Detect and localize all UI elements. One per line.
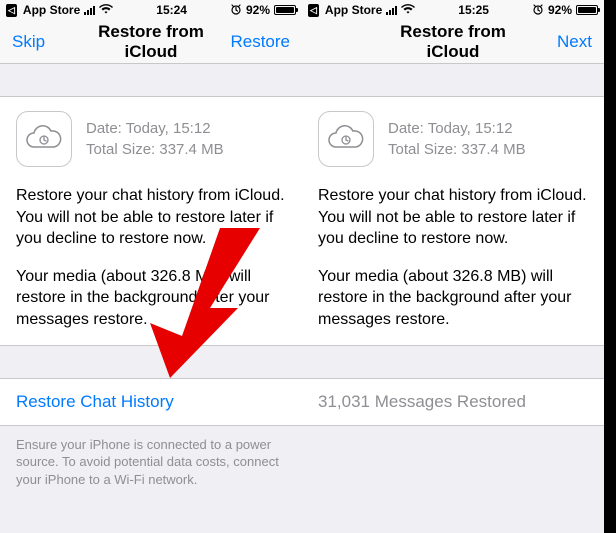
alarm-icon	[532, 3, 544, 18]
backup-info-block: Date: Today, 15:12 Total Size: 337.4 MB …	[0, 96, 302, 346]
restore-description-1: Restore your chat history from iCloud. Y…	[318, 185, 588, 250]
footer-hint: Ensure your iPhone is connected to a pow…	[0, 426, 302, 499]
backup-date: Date: Today, 15:12	[86, 118, 224, 139]
restore-description-2: Your media (about 326.8 MB) will restore…	[318, 266, 588, 331]
restore-description-1: Restore your chat history from iCloud. Y…	[16, 185, 286, 250]
cellular-icon	[84, 6, 95, 15]
backup-info-block: Date: Today, 15:12 Total Size: 337.4 MB …	[302, 96, 604, 346]
battery-pct: 92%	[548, 3, 572, 17]
back-to-app-badge[interactable]: ◁	[308, 4, 319, 17]
battery-icon	[274, 5, 296, 15]
cellular-icon	[386, 6, 397, 15]
icloud-icon	[318, 111, 374, 167]
backup-size: Total Size: 337.4 MB	[388, 139, 526, 160]
backup-size: Total Size: 337.4 MB	[86, 139, 224, 160]
restore-description-2: Your media (about 326.8 MB) will restore…	[16, 266, 286, 331]
app-store-label[interactable]: App Store	[325, 3, 382, 17]
restore-chat-history-button[interactable]: Restore Chat History	[0, 378, 302, 426]
nav-bar: Skip Restore from iCloud Restore	[0, 20, 302, 64]
status-bar: ◁ App Store 15:25 92%	[302, 0, 604, 20]
page-title: Restore from iCloud	[374, 22, 532, 62]
wifi-icon	[401, 3, 415, 17]
nav-bar: Restore from iCloud Next	[302, 20, 604, 64]
app-store-label[interactable]: App Store	[23, 3, 80, 17]
battery-pct: 92%	[246, 3, 270, 17]
clock: 15:24	[156, 3, 187, 17]
next-button[interactable]: Next	[532, 32, 592, 52]
messages-restored-status: 31,031 Messages Restored	[302, 378, 604, 426]
page-title: Restore from iCloud	[72, 22, 230, 62]
skip-button[interactable]: Skip	[12, 32, 72, 52]
alarm-icon	[230, 3, 242, 18]
phone-left: ◁ App Store 15:24 92% Skip Restore from …	[0, 0, 302, 533]
battery-icon	[576, 5, 598, 15]
restore-button[interactable]: Restore	[230, 32, 290, 52]
clock: 15:25	[458, 3, 489, 17]
phone-right: ◁ App Store 15:25 92% Restore from iClou…	[302, 0, 604, 533]
icloud-icon	[16, 111, 72, 167]
wifi-icon	[99, 3, 113, 17]
backup-date: Date: Today, 15:12	[388, 118, 526, 139]
back-to-app-badge[interactable]: ◁	[6, 4, 17, 17]
status-bar: ◁ App Store 15:24 92%	[0, 0, 302, 20]
